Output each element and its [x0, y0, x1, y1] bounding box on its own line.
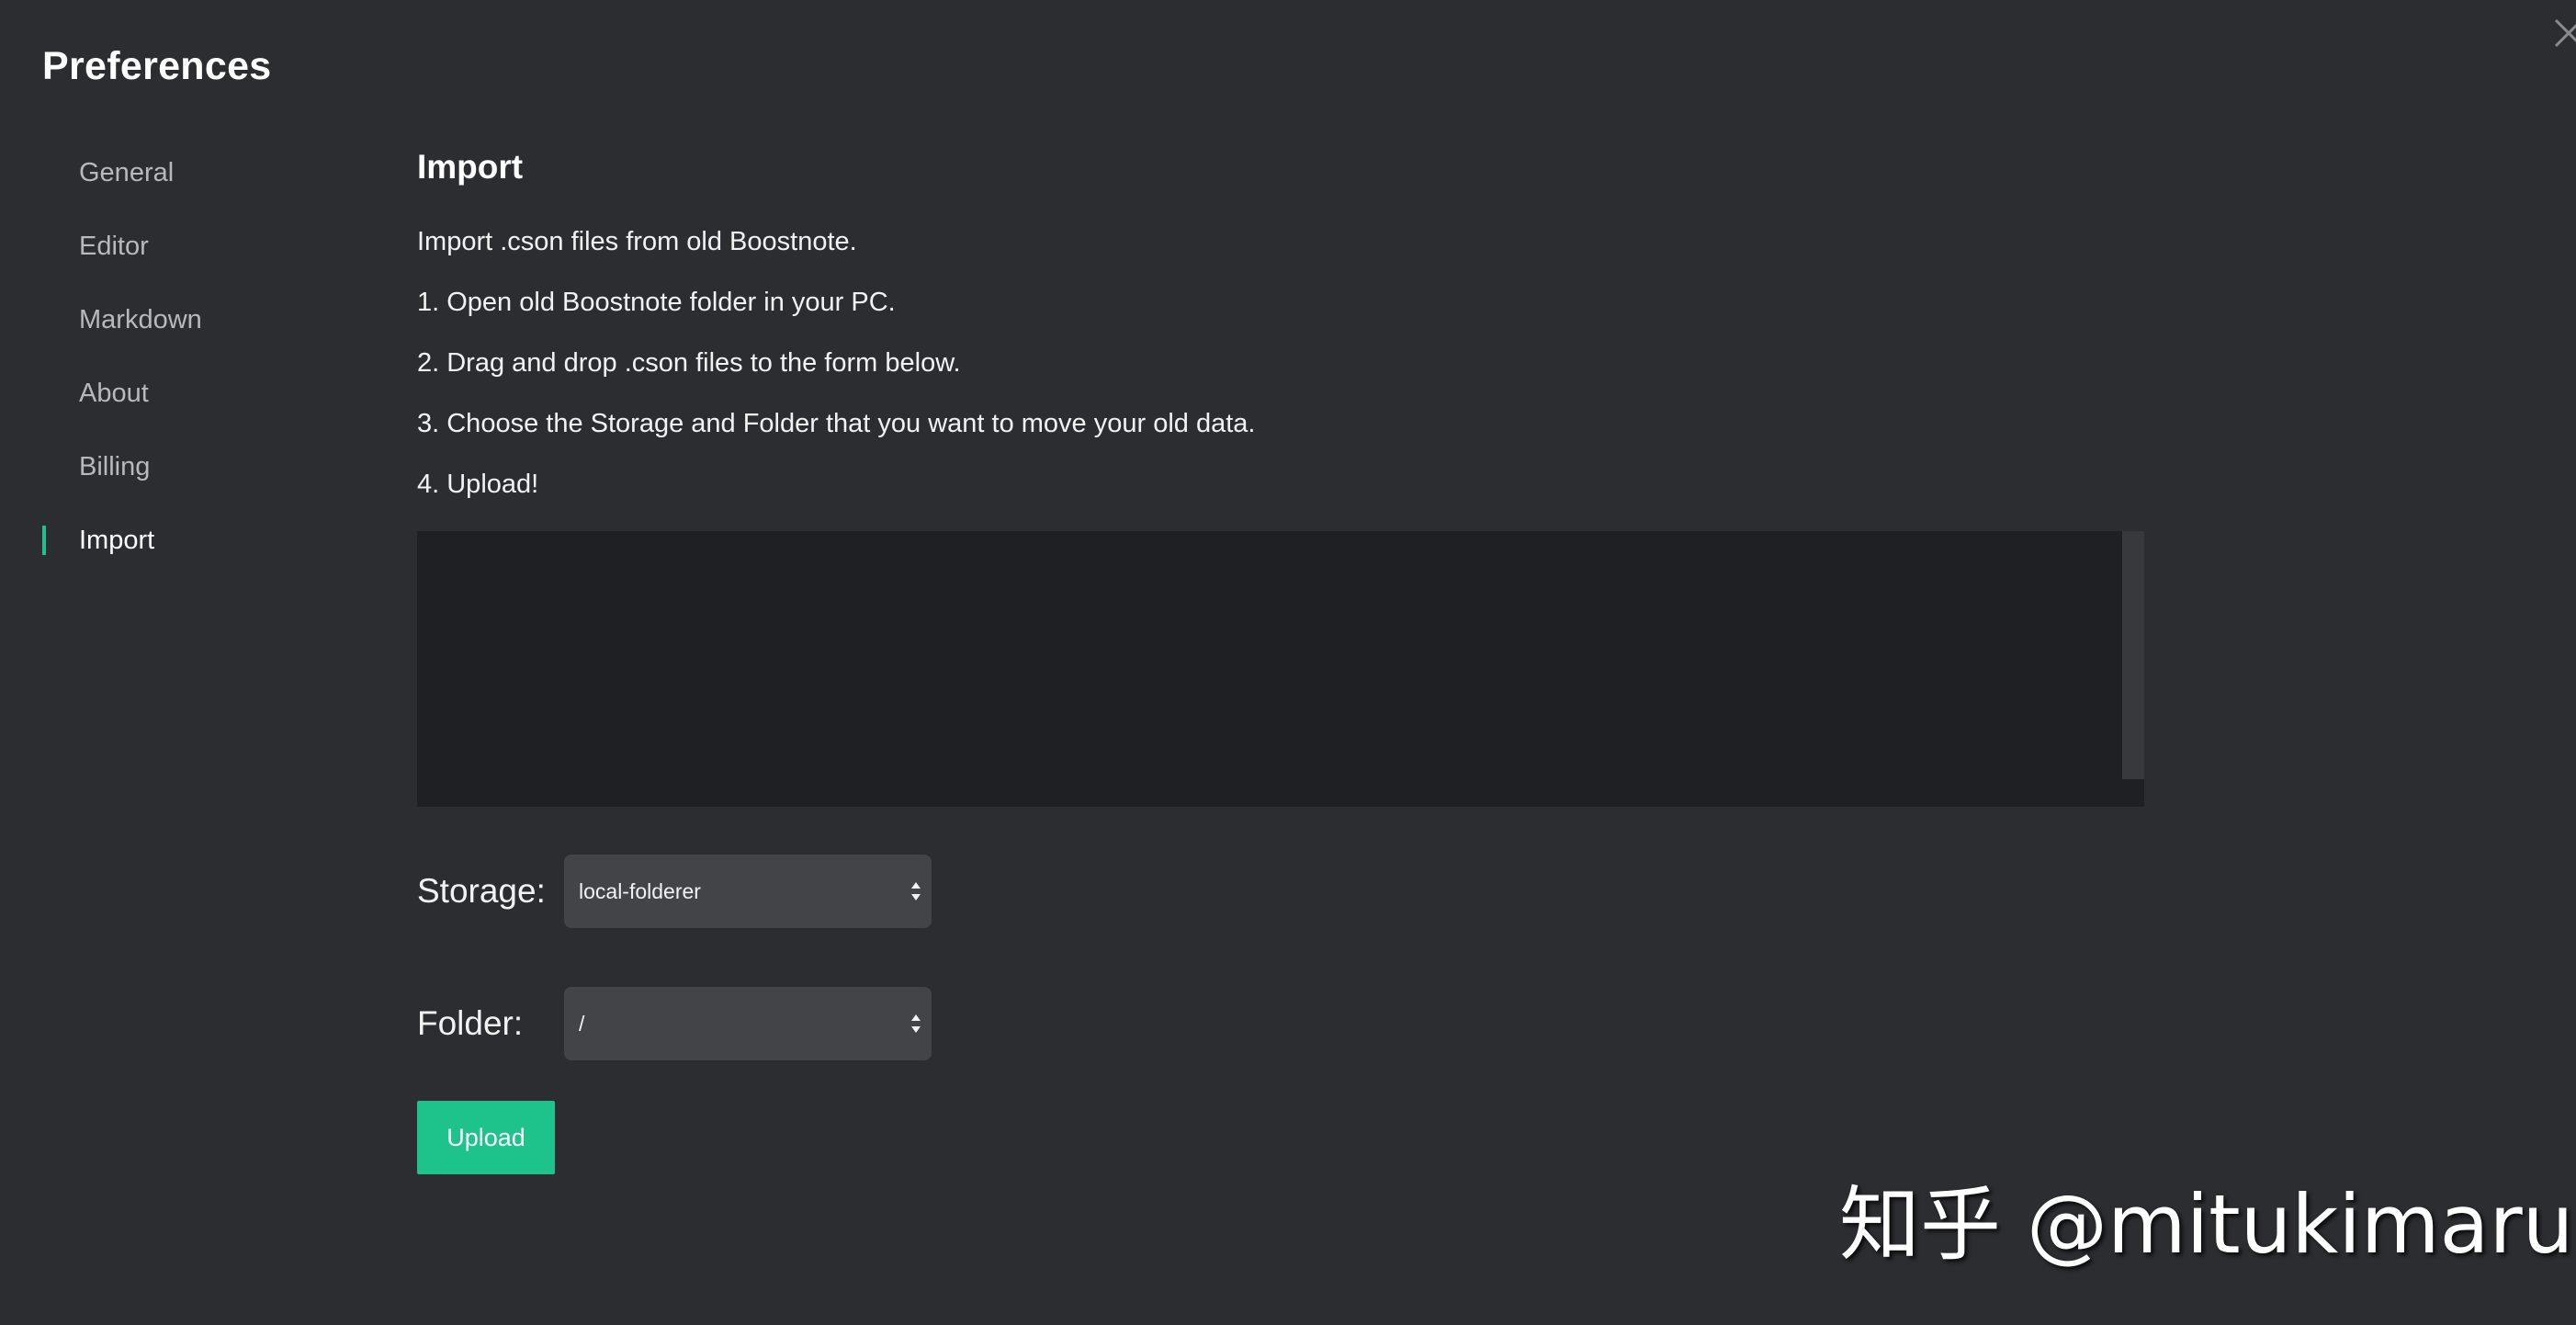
- sidebar-item-label: Editor: [79, 232, 149, 261]
- folder-label: Folder:: [417, 1004, 524, 1042]
- storage-row: Storage: local-folderer: [417, 855, 2144, 928]
- import-step-1: 1. Open old Boostnote folder in your PC.: [417, 288, 896, 317]
- sidebar-item-label: About: [79, 379, 149, 408]
- folder-row: Folder: /: [417, 987, 2144, 1060]
- storage-select[interactable]: local-folderer: [564, 855, 932, 928]
- close-icon: [2554, 18, 2576, 48]
- preferences-window: Preferences General Editor Markdown Abou…: [0, 0, 2576, 1325]
- sidebar-item-label: General: [79, 158, 175, 187]
- import-step-4: 4. Upload!: [417, 470, 539, 499]
- storage-label: Storage:: [417, 872, 546, 910]
- upload-button[interactable]: Upload: [417, 1101, 555, 1174]
- sidebar-item-label: Billing: [79, 452, 151, 481]
- import-panel: Import Import .cson files from old Boost…: [417, 140, 2144, 1174]
- sidebar-item-import[interactable]: Import: [0, 513, 367, 586]
- import-step-2: 2. Drag and drop .cson files to the form…: [417, 348, 961, 378]
- import-intro: Import .cson files from old Boostnote.: [417, 227, 857, 256]
- sidebar-item-label: Markdown: [79, 305, 202, 334]
- sidebar-item-markdown[interactable]: Markdown: [0, 292, 367, 366]
- folder-select[interactable]: /: [564, 987, 932, 1060]
- file-drop-zone[interactable]: [417, 531, 2144, 807]
- sidebar-item-label: Import: [79, 526, 155, 555]
- sidebar-item-billing[interactable]: Billing: [0, 439, 367, 513]
- storage-select-value: local-folderer: [579, 878, 701, 903]
- select-arrows-icon: [911, 1014, 921, 1033]
- page-title: Preferences: [42, 44, 272, 88]
- import-step-3: 3. Choose the Storage and Folder that yo…: [417, 409, 1256, 438]
- section-title: Import: [417, 148, 524, 186]
- active-indicator: [42, 526, 46, 555]
- sidebar: General Editor Markdown About Billing Im…: [0, 145, 367, 586]
- watermark: 知乎 @mitukimaru: [1839, 1177, 2574, 1272]
- folder-select-value: /: [579, 1011, 585, 1036]
- close-button[interactable]: [2550, 13, 2576, 53]
- sidebar-item-general[interactable]: General: [0, 145, 367, 219]
- sidebar-item-about[interactable]: About: [0, 366, 367, 439]
- select-arrows-icon: [911, 882, 921, 900]
- sidebar-item-editor[interactable]: Editor: [0, 219, 367, 292]
- drop-zone-scrollbar[interactable]: [2122, 531, 2144, 779]
